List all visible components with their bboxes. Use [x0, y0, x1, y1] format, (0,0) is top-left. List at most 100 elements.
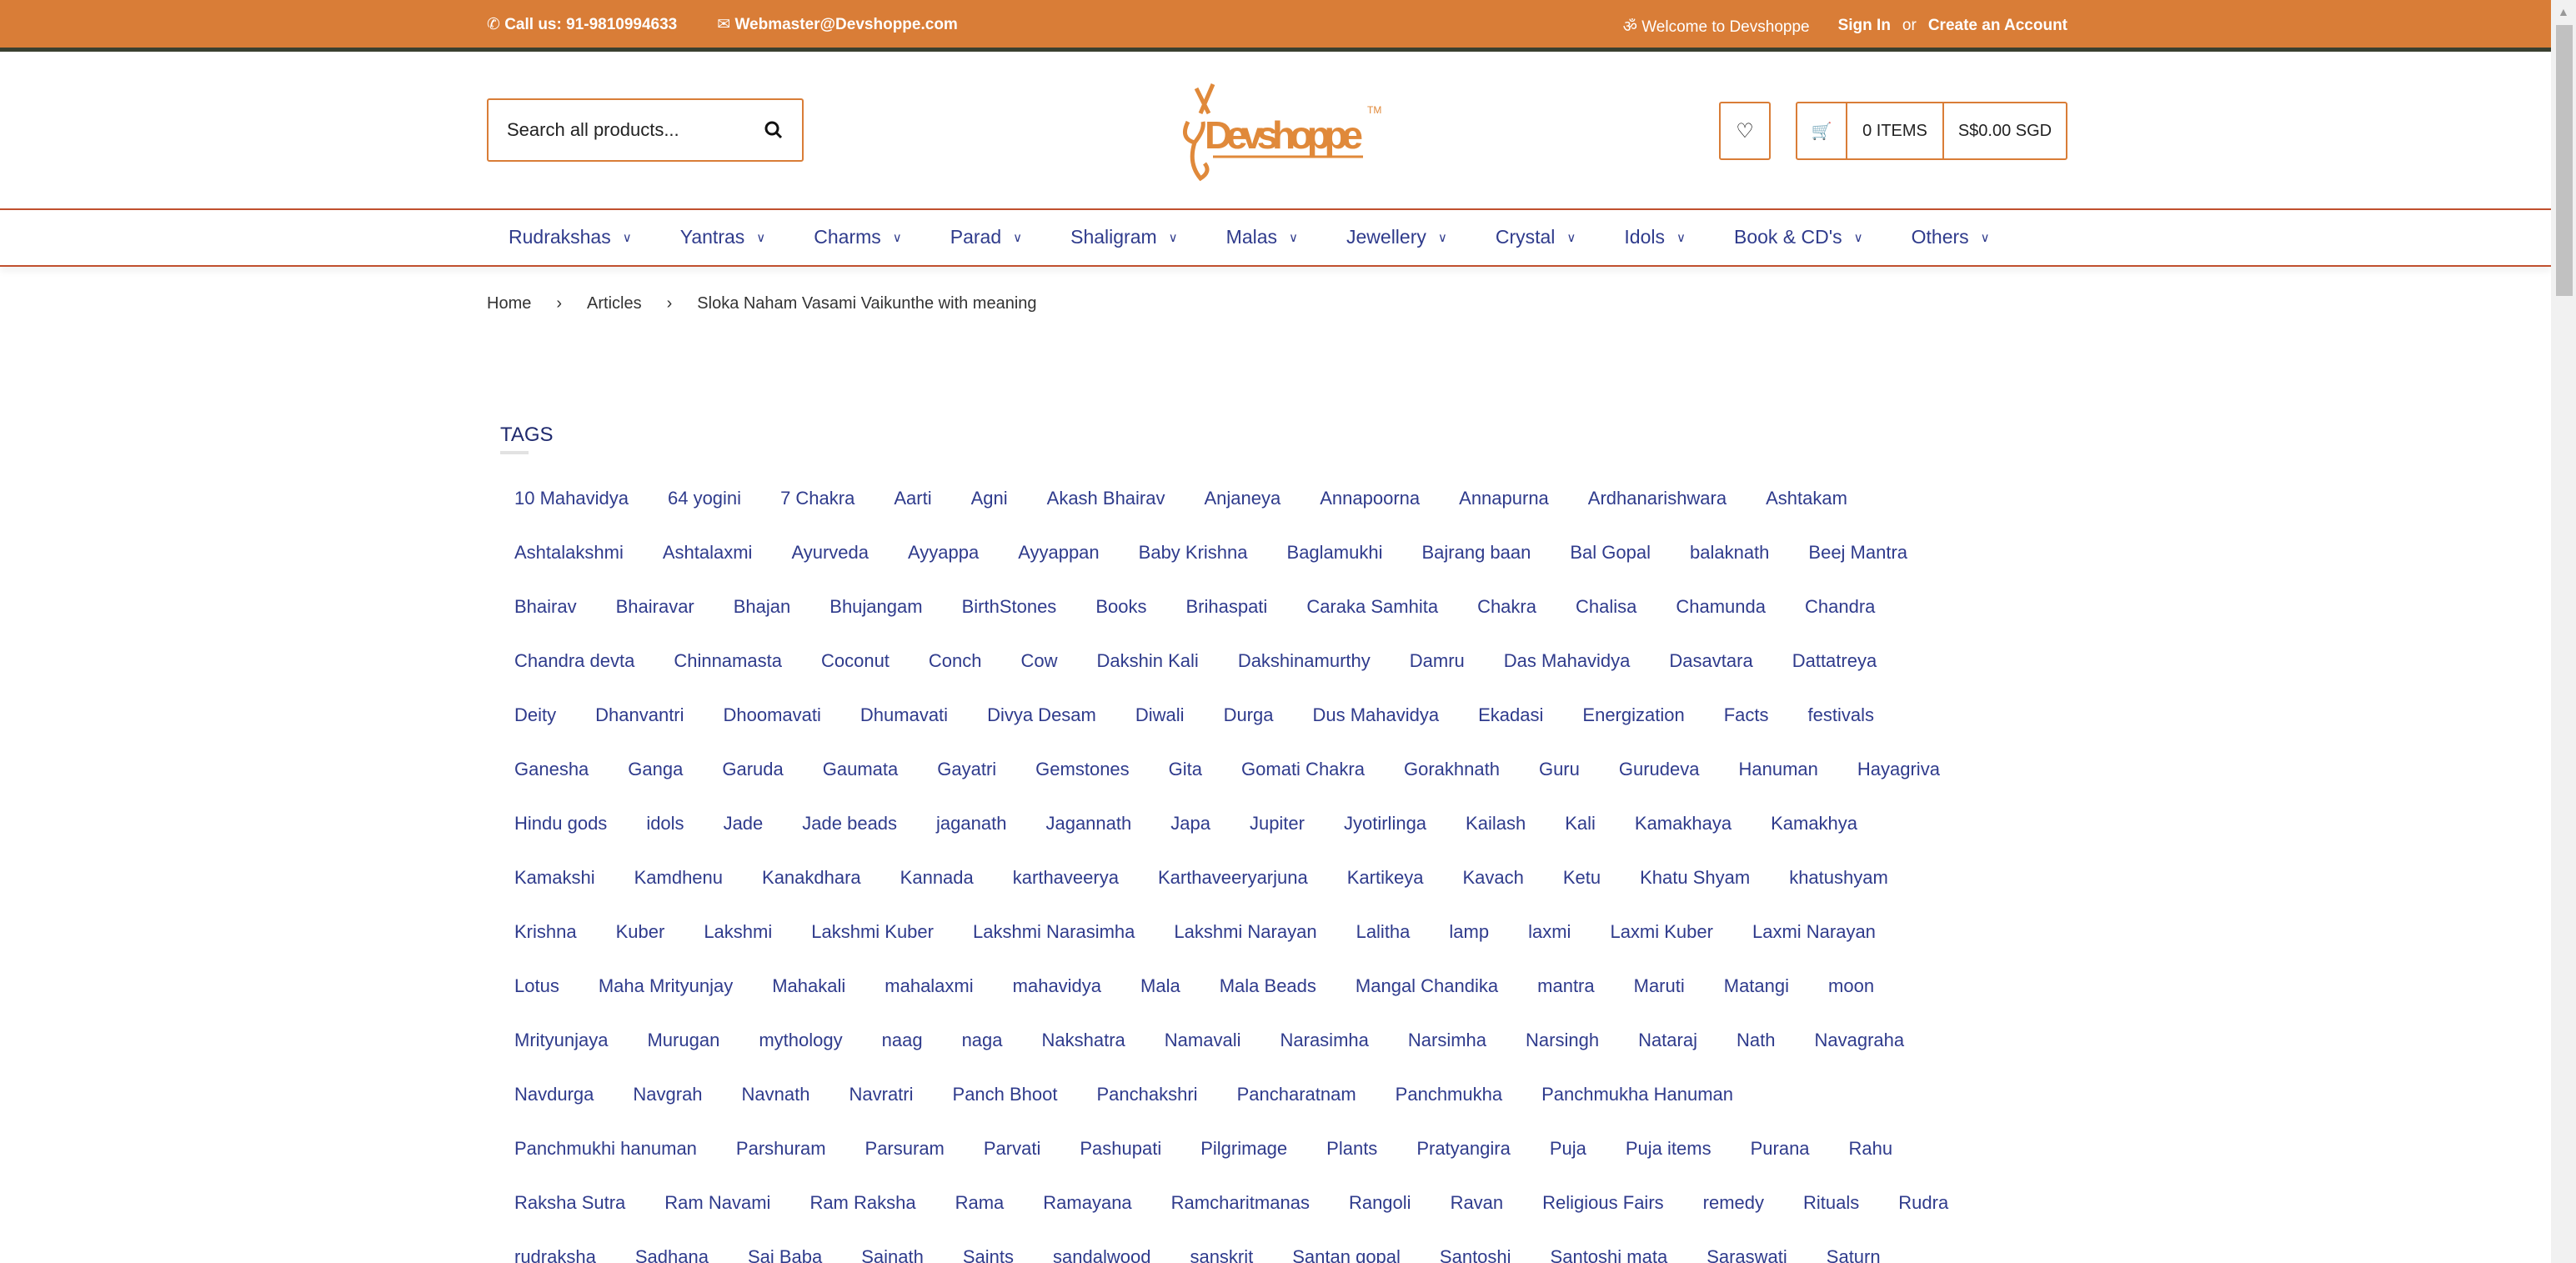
tag-link[interactable]: Guru: [1539, 759, 1580, 780]
tag-link[interactable]: Conch: [929, 650, 982, 672]
tag-link[interactable]: Santoshi: [1440, 1246, 1511, 1263]
tag-link[interactable]: moon: [1828, 975, 1874, 997]
tag-link[interactable]: Namavali: [1165, 1030, 1241, 1051]
tag-link[interactable]: Navdurga: [514, 1084, 594, 1105]
tag-link[interactable]: Lakshmi Narasimha: [973, 921, 1135, 943]
tag-link[interactable]: Laxmi Kuber: [1610, 921, 1713, 943]
tag-link[interactable]: Gayatri: [937, 759, 996, 780]
tag-link[interactable]: Dhanvantri: [595, 704, 684, 726]
tag-link[interactable]: Parsuram: [865, 1138, 945, 1160]
tag-link[interactable]: Ramayana: [1043, 1192, 1131, 1214]
tag-link[interactable]: mythology: [759, 1030, 842, 1051]
nav-item-idols[interactable]: Idols ∨: [1624, 226, 1686, 248]
tag-link[interactable]: Ekadasi: [1478, 704, 1543, 726]
tag-link[interactable]: Kavach: [1462, 867, 1523, 889]
tag-link[interactable]: Ram Raksha: [809, 1192, 915, 1214]
tag-link[interactable]: Panchakshri: [1097, 1084, 1198, 1105]
tag-link[interactable]: remedy: [1703, 1192, 1764, 1214]
tag-link[interactable]: Sadhana: [635, 1246, 709, 1263]
tag-link[interactable]: naga: [962, 1030, 1003, 1051]
tag-link[interactable]: Kannada: [900, 867, 974, 889]
tag-link[interactable]: Damru: [1410, 650, 1465, 672]
wishlist-button[interactable]: ♡: [1719, 102, 1771, 160]
tag-link[interactable]: Santan gopal: [1292, 1246, 1401, 1263]
tag-link[interactable]: Parshuram: [736, 1138, 826, 1160]
tag-link[interactable]: mantra: [1537, 975, 1594, 997]
tag-link[interactable]: Krishna: [514, 921, 577, 943]
tag-link[interactable]: Rituals: [1803, 1192, 1859, 1214]
tag-link[interactable]: Jade beads: [802, 813, 897, 834]
nav-item-malas[interactable]: Malas ∨: [1226, 226, 1298, 248]
tag-link[interactable]: Gomati Chakra: [1241, 759, 1365, 780]
tag-link[interactable]: Maha Mrityunjay: [599, 975, 733, 997]
tag-link[interactable]: Navagraha: [1814, 1030, 1904, 1051]
tag-link[interactable]: mahavidya: [1013, 975, 1101, 997]
tag-link[interactable]: Nakshatra: [1042, 1030, 1125, 1051]
tag-link[interactable]: Ketu: [1563, 867, 1601, 889]
logo[interactable]: Devshoppe TM: [1163, 80, 1388, 193]
nav-item-parad[interactable]: Parad ∨: [950, 226, 1022, 248]
tag-link[interactable]: Bhujangam: [829, 596, 922, 618]
tag-link[interactable]: Panchmukha Hanuman: [1541, 1084, 1733, 1105]
tag-link[interactable]: Puja items: [1626, 1138, 1711, 1160]
tag-link[interactable]: Ayurveda: [791, 542, 869, 564]
tag-link[interactable]: Rahu: [1849, 1138, 1893, 1160]
tag-link[interactable]: Beej Mantra: [1808, 542, 1907, 564]
tag-link[interactable]: Hayagriva: [1857, 759, 1940, 780]
tag-link[interactable]: Kartikeya: [1347, 867, 1424, 889]
cart-button[interactable]: 🛒 0 ITEMS S$0.00 SGD: [1796, 102, 2067, 160]
tag-link[interactable]: Dus Mahavidya: [1312, 704, 1439, 726]
tag-link[interactable]: Saraswati: [1706, 1246, 1787, 1263]
tag-link[interactable]: Puja: [1550, 1138, 1586, 1160]
tag-link[interactable]: Chinnamasta: [674, 650, 782, 672]
tag-link[interactable]: Saturn: [1827, 1246, 1881, 1263]
nav-item-charms[interactable]: Charms ∨: [814, 226, 902, 248]
tag-link[interactable]: Agni: [971, 488, 1008, 509]
tag-link[interactable]: Cow: [1021, 650, 1058, 672]
tag-link[interactable]: festivals: [1808, 704, 1874, 726]
tag-link[interactable]: Jupiter: [1250, 813, 1305, 834]
tag-link[interactable]: Pilgrimage: [1200, 1138, 1287, 1160]
tag-link[interactable]: Gemstones: [1035, 759, 1130, 780]
tag-link[interactable]: Ganga: [628, 759, 683, 780]
tag-link[interactable]: Aarti: [894, 488, 931, 509]
tag-link[interactable]: Maruti: [1634, 975, 1685, 997]
breadcrumb-home[interactable]: Home: [487, 294, 531, 313]
tag-link[interactable]: Energization: [1582, 704, 1684, 726]
tag-link[interactable]: Dakshin Kali: [1097, 650, 1199, 672]
tag-link[interactable]: khatushyam: [1789, 867, 1888, 889]
tag-link[interactable]: balaknath: [1690, 542, 1769, 564]
sign-in-link[interactable]: Sign In: [1838, 17, 1891, 35]
tag-link[interactable]: Gorakhnath: [1404, 759, 1500, 780]
tag-link[interactable]: Bhajan: [734, 596, 791, 618]
tag-link[interactable]: Ram Navami: [664, 1192, 770, 1214]
tag-link[interactable]: 10 Mahavidya: [514, 488, 629, 509]
tag-link[interactable]: Lotus: [514, 975, 559, 997]
nav-item-shaligram[interactable]: Shaligram ∨: [1070, 226, 1178, 248]
tag-link[interactable]: Ramcharitmanas: [1171, 1192, 1310, 1214]
tag-link[interactable]: Navgrah: [633, 1084, 702, 1105]
tag-link[interactable]: Kanakdhara: [762, 867, 861, 889]
tag-link[interactable]: Japa: [1170, 813, 1210, 834]
tag-link[interactable]: mahalaxmi: [885, 975, 973, 997]
tag-link[interactable]: Saints: [963, 1246, 1014, 1263]
tag-link[interactable]: Navnath: [742, 1084, 810, 1105]
tag-link[interactable]: Sainath: [861, 1246, 924, 1263]
tag-link[interactable]: Gaumata: [823, 759, 899, 780]
tag-link[interactable]: Kamakhaya: [1635, 813, 1732, 834]
tag-link[interactable]: naag: [882, 1030, 923, 1051]
tag-link[interactable]: Kali: [1565, 813, 1596, 834]
tag-link[interactable]: Parvati: [984, 1138, 1040, 1160]
tag-link[interactable]: Religious Fairs: [1542, 1192, 1664, 1214]
tag-link[interactable]: Gita: [1169, 759, 1202, 780]
tag-link[interactable]: Deity: [514, 704, 556, 726]
tag-link[interactable]: Matangi: [1724, 975, 1789, 997]
create-account-link[interactable]: Create an Account: [1928, 17, 2067, 35]
tag-link[interactable]: Garuda: [722, 759, 783, 780]
breadcrumb-articles[interactable]: Articles: [587, 294, 642, 313]
tag-link[interactable]: Rangoli: [1349, 1192, 1411, 1214]
tag-link[interactable]: Chandra devta: [514, 650, 634, 672]
tag-link[interactable]: Ashtalakshmi: [514, 542, 624, 564]
tag-link[interactable]: Chakra: [1477, 596, 1536, 618]
tag-link[interactable]: Bhairavar: [616, 596, 694, 618]
